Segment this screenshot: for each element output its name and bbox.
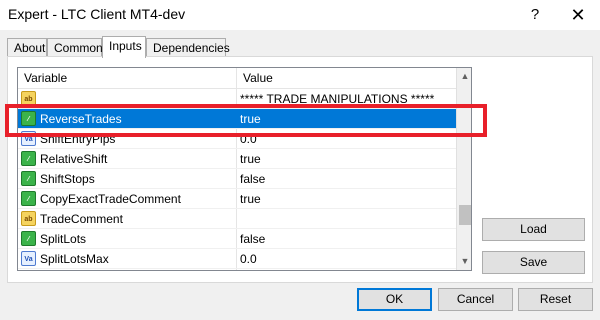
save-button[interactable]: Save bbox=[482, 251, 585, 274]
variable-name: CopyExactTradeComment bbox=[40, 192, 181, 206]
variable-name: SplitLotsMax bbox=[40, 252, 109, 266]
title-bar: Expert - LTC Client MT4-dev ? ✕ bbox=[0, 0, 600, 30]
column-header-value[interactable]: Value bbox=[243, 71, 273, 85]
tab-common[interactable]: Common bbox=[47, 38, 103, 57]
tab-dependencies[interactable]: Dependencies bbox=[146, 38, 230, 57]
table-row[interactable]: Va SplitLotsMax 0.0 bbox=[18, 249, 456, 269]
variable-value[interactable]: 0.0 bbox=[240, 252, 257, 266]
double-type-icon: Va bbox=[21, 251, 36, 266]
bool-type-icon: ⁄ bbox=[21, 231, 36, 246]
variable-value[interactable]: true bbox=[240, 152, 261, 166]
table-row[interactable]: ab TradeComment bbox=[18, 209, 456, 229]
table-row-selected[interactable]: ⁄ ReverseTrades true bbox=[18, 109, 456, 129]
bool-type-icon: ⁄ bbox=[21, 111, 36, 126]
ok-button[interactable]: OK bbox=[357, 288, 432, 311]
load-button[interactable]: Load bbox=[482, 218, 585, 241]
variable-name: ShiftStops bbox=[40, 172, 95, 186]
variable-name: RelativeShift bbox=[40, 152, 108, 166]
table-row[interactable]: ⁄ CopyExactTradeComment true bbox=[18, 189, 456, 209]
scroll-down-arrow-icon[interactable]: ▼ bbox=[457, 253, 471, 270]
variable-value[interactable]: ***** TRADE MANIPULATIONS ***** bbox=[240, 92, 434, 106]
close-button[interactable]: ✕ bbox=[563, 3, 593, 27]
cancel-button[interactable]: Cancel bbox=[438, 288, 513, 311]
variable-name: ShiftEntryPips bbox=[40, 132, 116, 146]
table-row[interactable]: ⁄ ShiftStops false bbox=[18, 169, 456, 189]
variable-value[interactable]: true bbox=[240, 192, 261, 206]
variable-name: SplitLots bbox=[40, 232, 87, 246]
table-row[interactable]: ab ***** TRADE MANIPULATIONS ***** bbox=[18, 89, 456, 109]
inputs-grid: Variable Value ab ***** TRADE MANIPULATI… bbox=[17, 67, 472, 271]
variable-value[interactable]: false bbox=[240, 232, 265, 246]
reset-button[interactable]: Reset bbox=[518, 288, 593, 311]
variable-name: ReverseTrades bbox=[40, 112, 122, 126]
column-header-variable[interactable]: Variable bbox=[24, 71, 67, 85]
string-type-icon: ab bbox=[21, 211, 36, 226]
double-type-icon: Va bbox=[21, 131, 36, 146]
scroll-thumb[interactable] bbox=[459, 205, 471, 225]
string-type-icon: ab bbox=[21, 91, 36, 106]
bool-type-icon: ⁄ bbox=[21, 171, 36, 186]
variable-value[interactable]: 0.0 bbox=[240, 132, 257, 146]
table-row[interactable]: ⁄ SplitLots false bbox=[18, 229, 456, 249]
bool-type-icon: ⁄ bbox=[21, 151, 36, 166]
variable-name: TradeComment bbox=[40, 212, 123, 226]
table-row[interactable]: Va ShiftEntryPips 0.0 bbox=[18, 129, 456, 149]
table-row[interactable]: ⁄ RelativeShift true bbox=[18, 149, 456, 169]
bool-type-icon: ⁄ bbox=[21, 191, 36, 206]
variable-value[interactable]: false bbox=[240, 172, 265, 186]
variable-value[interactable]: true bbox=[240, 112, 261, 126]
scroll-up-arrow-icon[interactable]: ▲ bbox=[457, 68, 471, 85]
grid-header: Variable Value bbox=[18, 68, 456, 89]
window-title: Expert - LTC Client MT4-dev bbox=[8, 6, 186, 22]
tab-inputs[interactable]: Inputs bbox=[102, 36, 146, 58]
vertical-scrollbar[interactable]: ▲ ▼ bbox=[456, 68, 471, 270]
tab-about[interactable]: About bbox=[7, 38, 47, 57]
help-button[interactable]: ? bbox=[520, 3, 550, 27]
